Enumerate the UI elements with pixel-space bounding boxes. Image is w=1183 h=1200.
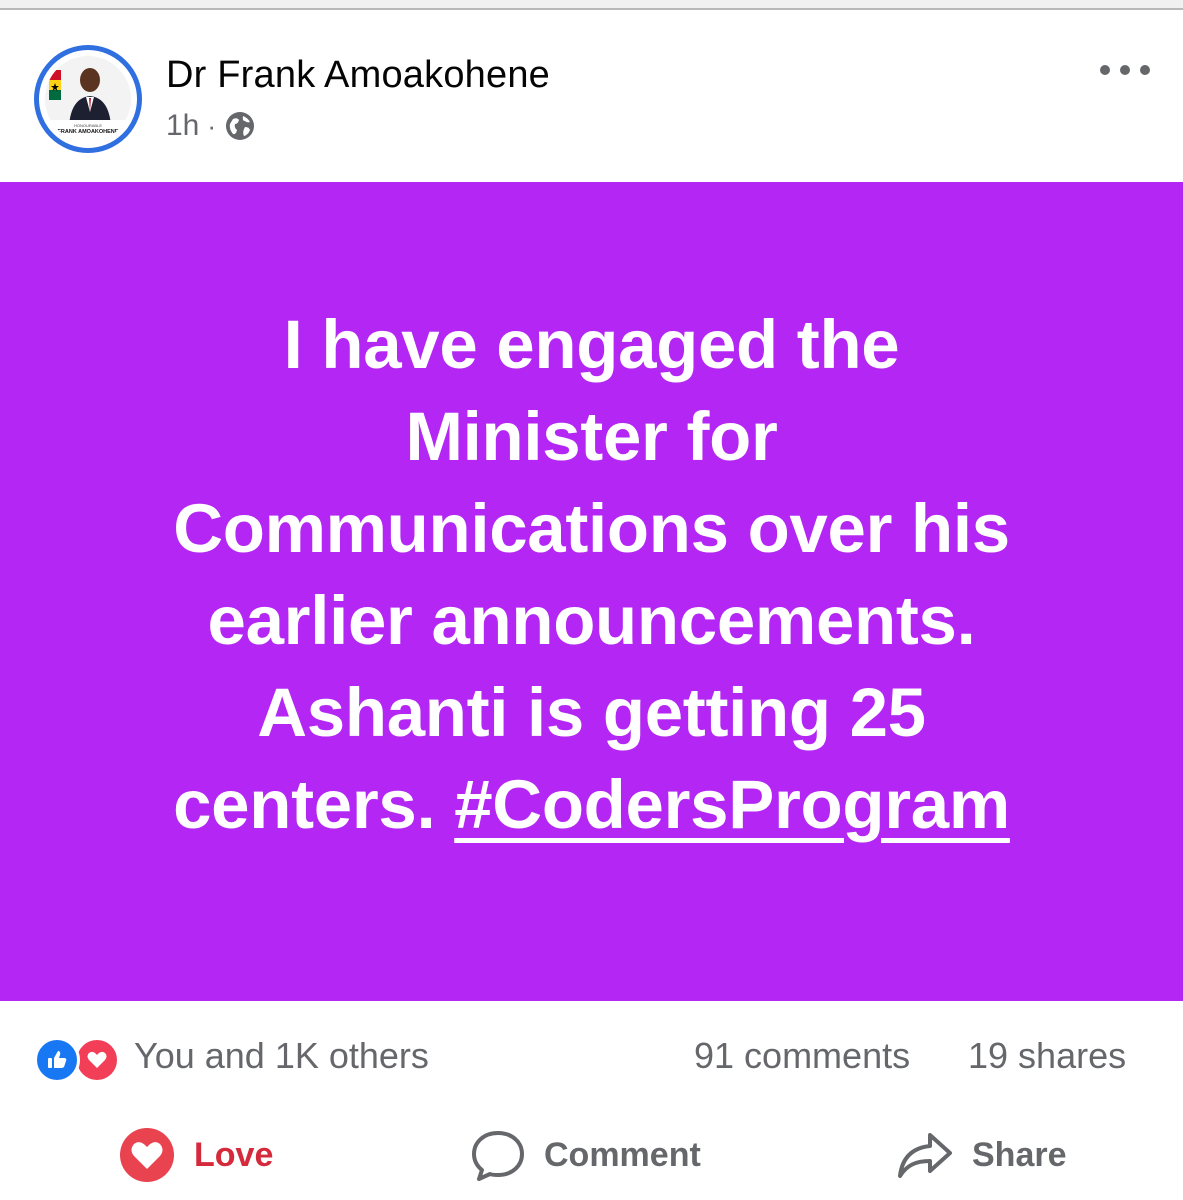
post-text-line: earlier announcements. <box>207 581 976 659</box>
post-time[interactable]: 1h <box>166 109 199 143</box>
share-button-label: Share <box>972 1135 1067 1174</box>
share-button[interactable]: Share <box>896 1125 1067 1185</box>
post-text-line: Communications over his <box>173 489 1010 567</box>
post-text-prefix: centers. <box>173 765 455 843</box>
post-text: I have engaged the Minister for Communic… <box>42 299 1142 851</box>
love-icon <box>74 1037 120 1083</box>
more-options-button[interactable] <box>1095 50 1155 90</box>
top-divider <box>0 0 1183 10</box>
love-button-label: Love <box>194 1135 274 1174</box>
post-header: HONOURABLE FRANK AMOAKOHENE Dr Frank Amo… <box>0 10 1183 182</box>
more-options-icon <box>1100 65 1150 75</box>
post-text-line: Minister for <box>405 397 778 475</box>
post-text-line: centers. #CodersProgram <box>42 759 1142 851</box>
comments-count[interactable]: 91 comments <box>694 1035 910 1077</box>
love-button[interactable]: Love <box>118 1125 273 1185</box>
post-content: I have engaged the Minister for Communic… <box>0 182 1183 1001</box>
engagement-stats: You and 1K others 91 comments 19 shares <box>0 1001 1183 1111</box>
heart-icon <box>118 1126 176 1184</box>
avatar-caption-small: HONOURABLE <box>74 123 102 128</box>
comment-button[interactable]: Comment <box>470 1125 701 1185</box>
avatar-photo: HONOURABLE FRANK AMOAKOHENE <box>45 56 131 142</box>
like-icon <box>34 1037 80 1083</box>
post-text-line: I have engaged the <box>283 305 900 383</box>
reaction-icons[interactable] <box>34 1037 124 1083</box>
post-text-line: Ashanti is getting 25 <box>257 673 926 751</box>
comment-button-label: Comment <box>544 1135 701 1174</box>
avatar-portrait-icon: HONOURABLE FRANK AMOAKOHENE <box>45 56 131 142</box>
avatar-caption: FRANK AMOAKOHENE <box>58 129 119 135</box>
post-actions: Love Comment Share <box>0 1111 1183 1200</box>
author-name[interactable]: Dr Frank Amoakohene <box>166 54 550 97</box>
post-meta: 1h · <box>166 108 256 144</box>
shares-count[interactable]: 19 shares <box>968 1035 1126 1077</box>
meta-separator: · <box>207 110 217 141</box>
reactions-summary[interactable]: You and 1K others <box>134 1035 429 1077</box>
comment-icon <box>470 1127 526 1183</box>
share-icon <box>896 1129 954 1181</box>
globe-icon[interactable] <box>224 110 256 142</box>
avatar[interactable]: HONOURABLE FRANK AMOAKOHENE <box>34 45 142 153</box>
hashtag-link[interactable]: #CodersProgram <box>454 766 1010 843</box>
